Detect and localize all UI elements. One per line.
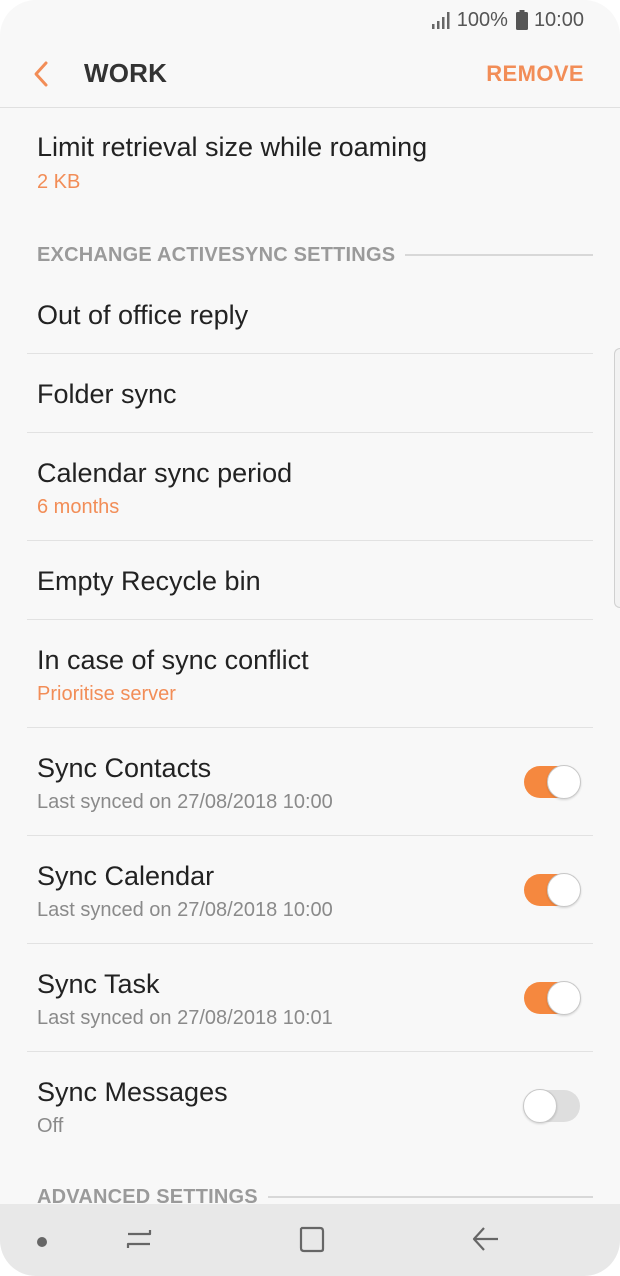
- setting-label: In case of sync conflict: [37, 645, 309, 675]
- section-divider: [405, 254, 593, 256]
- toggle-knob: [547, 981, 581, 1015]
- setting-sync-messages[interactable]: Sync Messages Off: [27, 1053, 593, 1160]
- toggle-knob: [547, 873, 581, 907]
- setting-limit-retrieval[interactable]: Limit retrieval size while roaming 2 KB: [27, 108, 593, 208]
- navigation-bar: [0, 1204, 620, 1276]
- setting-value: 6 months: [37, 496, 120, 518]
- setting-out-of-office[interactable]: Out of office reply: [27, 276, 593, 354]
- setting-label: Sync Messages: [37, 1077, 228, 1107]
- remove-button[interactable]: REMOVE: [486, 61, 584, 87]
- dot-icon[interactable]: [37, 1237, 47, 1247]
- setting-value: Last synced on 27/08/2018 10:00: [37, 791, 333, 813]
- setting-value: Off: [37, 1115, 64, 1137]
- setting-value: Prioritise server: [37, 683, 176, 705]
- setting-calendar-sync-period[interactable]: Calendar sync period 6 months: [27, 434, 593, 541]
- section-divider: [267, 1196, 593, 1198]
- setting-label: Calendar sync period: [37, 458, 293, 488]
- recents-icon[interactable]: [124, 1224, 154, 1254]
- home-icon[interactable]: [297, 1224, 327, 1254]
- toggle-knob: [547, 765, 581, 799]
- battery-percent: 100%: [456, 8, 508, 31]
- signal-icon: [431, 12, 450, 29]
- section-header-advanced: ADVANCED SETTINGS: [37, 1182, 593, 1204]
- setting-label: Sync Calendar: [37, 861, 215, 891]
- setting-label: Sync Task: [37, 969, 160, 999]
- sync-calendar-toggle[interactable]: [524, 873, 581, 907]
- setting-value: Last synced on 27/08/2018 10:01: [37, 1007, 333, 1029]
- setting-label: Limit retrieval size while roaming: [37, 132, 428, 162]
- setting-label: Out of office reply: [37, 300, 249, 330]
- setting-label: Folder sync: [37, 379, 177, 409]
- sync-contacts-toggle[interactable]: [524, 765, 581, 799]
- setting-sync-task[interactable]: Sync Task Last synced on 27/08/2018 10:0…: [27, 945, 593, 1052]
- status-bar: 100% 10:00: [0, 0, 620, 40]
- setting-sync-calendar[interactable]: Sync Calendar Last synced on 27/08/2018 …: [27, 837, 593, 944]
- setting-empty-recycle-bin[interactable]: Empty Recycle bin: [27, 542, 593, 620]
- setting-value: 2 KB: [37, 171, 81, 193]
- battery-icon: [515, 10, 528, 30]
- scroll-indicator[interactable]: [614, 348, 620, 608]
- back-arrow-icon[interactable]: [470, 1224, 502, 1254]
- app-bar: WORK REMOVE: [0, 40, 620, 108]
- section-label: EXCHANGE ACTIVESYNC SETTINGS: [37, 243, 396, 266]
- section-header-exchange: EXCHANGE ACTIVESYNC SETTINGS: [37, 240, 593, 270]
- phone-screen: 100% 10:00 WORK REMOVE Limit retrieval s…: [0, 0, 620, 1276]
- setting-label: Sync Contacts: [37, 753, 212, 783]
- setting-label: Empty Recycle bin: [37, 566, 261, 596]
- status-time: 10:00: [533, 8, 584, 31]
- setting-sync-contacts[interactable]: Sync Contacts Last synced on 27/08/2018 …: [27, 729, 593, 836]
- setting-value: Last synced on 27/08/2018 10:00: [37, 899, 333, 921]
- settings-list: Limit retrieval size while roaming 2 KB …: [0, 108, 620, 1204]
- page-title: WORK: [84, 58, 168, 88]
- toggle-knob: [523, 1089, 557, 1123]
- sync-task-toggle[interactable]: [524, 981, 581, 1015]
- setting-folder-sync[interactable]: Folder sync: [27, 355, 593, 433]
- sync-messages-toggle[interactable]: [523, 1089, 580, 1123]
- setting-sync-conflict[interactable]: In case of sync conflict Prioritise serv…: [27, 621, 593, 728]
- section-label: ADVANCED SETTINGS: [37, 1185, 258, 1205]
- chevron-left-icon[interactable]: [30, 60, 54, 88]
